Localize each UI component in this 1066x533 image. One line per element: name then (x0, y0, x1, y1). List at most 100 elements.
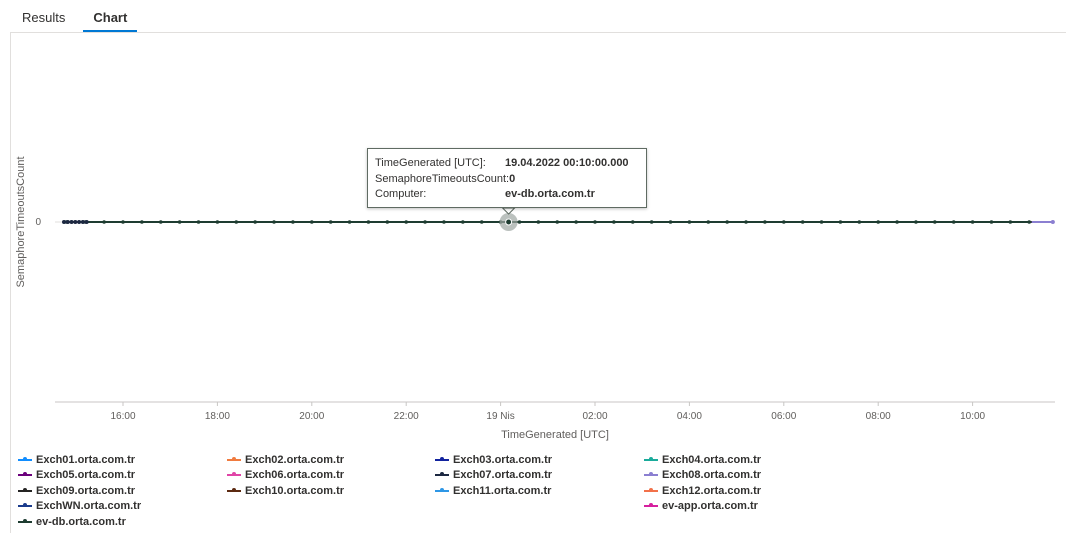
data-point (706, 220, 711, 224)
legend-item[interactable]: ev-app.orta.com.tr (644, 499, 758, 514)
legend-swatch-icon (18, 472, 32, 476)
data-point (479, 220, 484, 224)
legend-label: Exch02.orta.com.tr (245, 453, 345, 466)
legend-label: ev-db.orta.com.tr (36, 515, 126, 528)
legend-swatch-icon (435, 456, 449, 461)
x-tick-label: 19 Nis (486, 411, 514, 422)
legend-item[interactable]: Exch08.orta.com.tr (644, 468, 761, 483)
legend-item[interactable]: Exch06.orta.com.tr (227, 468, 344, 483)
tooltip-key: Computer: (375, 188, 427, 200)
x-tick-label: 06:00 (771, 411, 796, 422)
legend-swatch-icon (644, 472, 658, 476)
data-point (366, 220, 371, 224)
data-point (62, 220, 66, 224)
x-tick-label: 16:00 (110, 411, 135, 422)
data-point (69, 220, 74, 224)
legend-label: Exch08.orta.com.tr (662, 469, 762, 481)
tooltip-pointer (501, 207, 516, 215)
data-point (158, 220, 163, 224)
legend-swatch-icon (227, 487, 241, 492)
data-point (857, 220, 862, 224)
data-point (65, 220, 70, 224)
data-point (593, 220, 597, 224)
tooltip-row-time: TimeGenerated [UTC]: 19.04.2022 00:10:00… (375, 156, 646, 172)
data-point (933, 220, 937, 224)
data-point (272, 220, 276, 224)
legend-item[interactable]: Exch10.orta.com.tr (227, 483, 344, 498)
data-point (649, 220, 654, 224)
x-tick-label: 08:00 (866, 411, 891, 422)
legend-item[interactable]: Exch11.orta.com.tr (435, 483, 551, 498)
data-point (1050, 220, 1055, 224)
data-point (310, 220, 314, 224)
data-point (914, 220, 918, 224)
data-point (725, 220, 729, 224)
data-point-tooltip: TimeGenerated [UTC]: 19.04.2022 00:10:00… (367, 148, 647, 208)
data-point (536, 220, 541, 224)
series-layer (62, 207, 1055, 231)
legend-item[interactable]: Exch07.orta.com.tr (435, 468, 552, 483)
legend-item[interactable]: Exch04.orta.com.tr (644, 452, 761, 467)
data-point (215, 220, 220, 224)
data-point (555, 220, 560, 224)
legend-item[interactable]: Exch03.orta.com.tr (435, 452, 552, 467)
x-axis-title: TimeGenerated [UTC] (501, 429, 609, 441)
legend-label: Exch04.orta.com.tr (662, 453, 762, 466)
tooltip-key: TimeGenerated [UTC]: (375, 157, 486, 169)
legend-swatch-icon (644, 456, 658, 461)
data-point (612, 220, 616, 224)
data-point (630, 220, 635, 224)
data-point (253, 220, 257, 224)
data-point (328, 220, 333, 224)
legend-item[interactable]: Exch02.orta.com.tr (227, 452, 344, 467)
legend-label: Exch05.orta.com.tr (36, 469, 136, 481)
highlighted-point (505, 218, 513, 226)
legend-label: Exch09.orta.com.tr (36, 484, 136, 497)
data-point (574, 220, 578, 224)
line-chart[interactable]: 0 16:00 18:00 20:00 22:00 19 Nis 02:00 04:00 06:… (0, 0, 1066, 450)
legend-item[interactable]: Exch01.orta.com.tr (18, 452, 135, 467)
data-point (423, 220, 427, 224)
legend-swatch-icon (435, 487, 449, 492)
data-point (347, 220, 352, 224)
data-point (404, 220, 409, 224)
legend-label: Exch01.orta.com.tr (36, 453, 136, 466)
data-point (77, 220, 82, 224)
legend-item[interactable]: ev-db.orta.com.tr (18, 514, 126, 529)
data-point (102, 220, 106, 224)
data-point (763, 220, 767, 224)
x-tick-label: 18:00 (205, 411, 230, 422)
y-axis-title: SemaphoreTimeoutsCount (15, 156, 27, 287)
data-point (668, 220, 673, 224)
data-point (989, 220, 994, 224)
legend-label: Exch11.orta.com.tr (453, 484, 552, 497)
legend-item[interactable]: Exch05.orta.com.tr (18, 468, 135, 483)
data-point (177, 220, 182, 224)
data-point (800, 220, 805, 224)
data-point (876, 220, 880, 224)
legend-swatch-icon (18, 518, 32, 523)
legend-label: ev-app.orta.com.tr (662, 500, 758, 512)
x-tick-label: 10:00 (960, 411, 985, 422)
data-point (121, 220, 125, 224)
data-point (234, 220, 239, 224)
data-point (970, 220, 975, 224)
legend-swatch-icon (644, 487, 658, 492)
tooltip-row-count: SemaphoreTimeoutsCount: 0 (375, 172, 646, 188)
legend-label: Exch07.orta.com.tr (453, 469, 553, 481)
data-point (819, 220, 824, 224)
legend-swatch-icon (435, 472, 449, 476)
legend-item[interactable]: Exch09.orta.com.tr (18, 483, 135, 498)
data-point (1008, 220, 1013, 224)
y-tick-label: 0 (35, 217, 41, 228)
legend-swatch-icon (227, 456, 241, 461)
data-point (291, 220, 295, 224)
axis-layer: 0 16:00 18:00 20:00 22:00 19 Nis 02:00 04:00 06:… (35, 217, 1055, 422)
data-point (73, 220, 78, 224)
x-tick-label: 04:00 (677, 411, 702, 422)
legend-item[interactable]: Exch12.orta.com.tr (644, 483, 761, 498)
legend-item[interactable]: ExchWN.orta.com.tr (18, 499, 141, 514)
data-point (461, 220, 465, 224)
tooltip-value: 19.04.2022 00:10:00.000 (505, 157, 629, 169)
data-point (838, 220, 843, 224)
